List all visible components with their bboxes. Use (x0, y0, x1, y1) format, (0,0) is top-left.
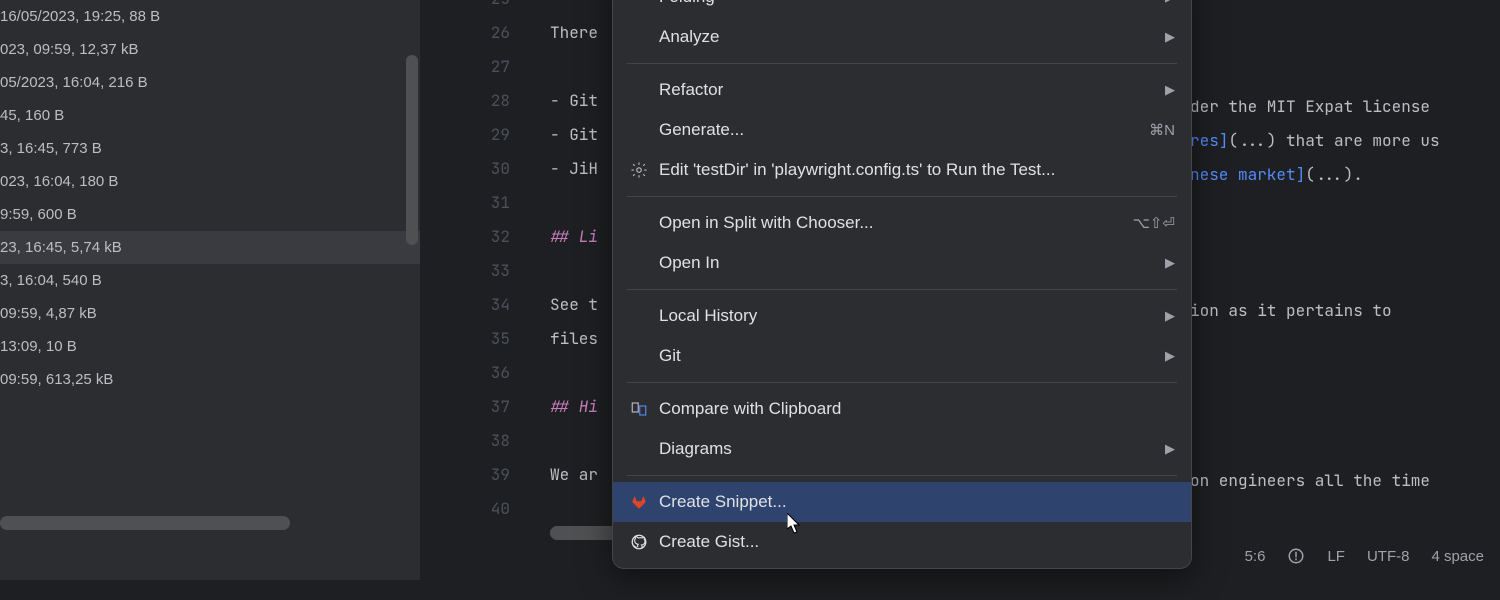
menu-separator (627, 196, 1177, 197)
status-line-ending[interactable]: LF (1327, 548, 1345, 565)
menu-item-label: Diagrams (659, 439, 1165, 459)
chevron-right-icon: ▶ (1165, 348, 1175, 364)
menu-item-label: Edit 'testDir' in 'playwright.config.ts'… (659, 160, 1175, 180)
scrollbar-thumb[interactable] (0, 516, 290, 530)
line-number: 25 (420, 0, 550, 16)
line-number: 28 (420, 84, 550, 118)
menu-item-label: Compare with Clipboard (659, 399, 1175, 419)
file-tree-scrollbar-horizontal[interactable] (0, 516, 420, 530)
github-icon (629, 532, 649, 552)
menu-item-label: Create Snippet... (659, 492, 1175, 512)
chevron-right-icon: ▶ (1165, 29, 1175, 45)
gear-icon (629, 160, 649, 180)
file-item[interactable]: 09:59, 613,25 kB (0, 363, 420, 396)
editor-content-right[interactable]: der the MIT Expat licenseres](...) that … (1190, 90, 1500, 498)
menu-item-create-snippet[interactable]: Create Snippet... (613, 482, 1191, 522)
menu-shortcut: ⌥⇧⏎ (1133, 214, 1175, 232)
menu-item-folding[interactable]: Folding▶ (613, 0, 1191, 17)
line-number: 40 (420, 492, 550, 526)
status-encoding[interactable]: UTF-8 (1367, 548, 1410, 565)
editor-line: der the MIT Expat license (1190, 90, 1500, 124)
file-item[interactable]: 05/2023, 16:04, 216 B (0, 66, 420, 99)
menu-separator (627, 289, 1177, 290)
menu-item-create-gist[interactable]: Create Gist... (613, 522, 1191, 562)
file-item[interactable]: 023, 09:59, 12,37 kB (0, 33, 420, 66)
editor-line: ion as it pertains to (1190, 294, 1500, 328)
menu-item-diagrams[interactable]: Diagrams▶ (613, 429, 1191, 469)
file-item[interactable]: 023, 16:04, 180 B (0, 165, 420, 198)
menu-item-edit-testdir-in-playwright-config-ts-to-run-the-test[interactable]: Edit 'testDir' in 'playwright.config.ts'… (613, 150, 1191, 190)
file-item[interactable]: 3, 16:45, 773 B (0, 132, 420, 165)
status-cursor-position[interactable]: 5:6 (1245, 548, 1266, 565)
file-item[interactable]: 3, 16:04, 540 B (0, 264, 420, 297)
editor-line (1190, 226, 1500, 260)
line-number: 30 (420, 152, 550, 186)
file-item[interactable]: 9:59, 600 B (0, 198, 420, 231)
menu-item-git[interactable]: Git▶ (613, 336, 1191, 376)
menu-item-label: Create Gist... (659, 532, 1175, 552)
chevron-right-icon: ▶ (1165, 0, 1175, 5)
menu-item-label: Analyze (659, 27, 1165, 47)
menu-item-refactor[interactable]: Refactor▶ (613, 70, 1191, 110)
menu-item-label: Generate... (659, 120, 1149, 140)
menu-item-local-history[interactable]: Local History▶ (613, 296, 1191, 336)
file-item[interactable]: 13:09, 10 B (0, 330, 420, 363)
context-menu[interactable]: Folding▶Analyze▶Refactor▶Generate...⌘NEd… (612, 0, 1192, 569)
editor-line (1190, 396, 1500, 430)
editor-line (1190, 328, 1500, 362)
menu-shortcut: ⌘N (1149, 121, 1175, 139)
menu-item-label: Refactor (659, 80, 1165, 100)
file-tree-panel[interactable]: 16/05/2023, 19:25, 88 B 023, 09:59, 12,3… (0, 0, 420, 580)
editor-line: nese market](...). (1190, 158, 1500, 192)
editor-line (1190, 192, 1500, 226)
menu-item-label: Local History (659, 306, 1165, 326)
gitlab-icon (629, 492, 649, 512)
menu-item-generate[interactable]: Generate...⌘N (613, 110, 1191, 150)
line-number: 29 (420, 118, 550, 152)
editor-line (1190, 260, 1500, 294)
menu-separator (627, 475, 1177, 476)
menu-item-label: Git (659, 346, 1165, 366)
status-indent[interactable]: 4 space (1431, 548, 1484, 565)
scrollbar-thumb[interactable] (406, 55, 418, 245)
line-number: 33 (420, 254, 550, 288)
line-number: 37 (420, 390, 550, 424)
compare-icon (629, 399, 649, 419)
line-number: 27 (420, 50, 550, 84)
file-item-selected[interactable]: 23, 16:45, 5,74 kB (0, 231, 420, 264)
line-number: 26 (420, 16, 550, 50)
editor-line (1190, 362, 1500, 396)
line-number: 32 (420, 220, 550, 254)
menu-item-label: Folding (659, 0, 1165, 7)
line-number: 34 (420, 288, 550, 322)
file-tree-scrollbar-vertical[interactable] (406, 0, 418, 580)
line-number: 35 (420, 322, 550, 356)
chevron-right-icon: ▶ (1165, 441, 1175, 457)
editor-line (1190, 430, 1500, 464)
menu-separator (627, 382, 1177, 383)
menu-item-open-in-split-with-chooser[interactable]: Open in Split with Chooser...⌥⇧⏎ (613, 203, 1191, 243)
file-item[interactable]: 09:59, 4,87 kB (0, 297, 420, 330)
line-number: 31 (420, 186, 550, 220)
chevron-right-icon: ▶ (1165, 308, 1175, 324)
chevron-right-icon: ▶ (1165, 255, 1175, 271)
editor-line: res](...) that are more us (1190, 124, 1500, 158)
menu-item-analyze[interactable]: Analyze▶ (613, 17, 1191, 57)
status-bar: 5:6 LF UTF-8 4 space (1229, 542, 1500, 570)
line-number: 39 (420, 458, 550, 492)
editor-gutter: 25 26 27 28 29 30 31 32 33 34 35 36 37 3… (420, 0, 550, 580)
status-warning-icon[interactable] (1287, 547, 1305, 565)
editor-line: on engineers all the time (1190, 464, 1500, 498)
menu-separator (627, 63, 1177, 64)
menu-item-compare-with-clipboard[interactable]: Compare with Clipboard (613, 389, 1191, 429)
line-number: 36 (420, 356, 550, 390)
file-item[interactable]: 16/05/2023, 19:25, 88 B (0, 0, 420, 33)
menu-item-open-in[interactable]: Open In▶ (613, 243, 1191, 283)
line-number: 38 (420, 424, 550, 458)
file-item[interactable]: 45, 160 B (0, 99, 420, 132)
chevron-right-icon: ▶ (1165, 82, 1175, 98)
menu-item-label: Open in Split with Chooser... (659, 213, 1133, 233)
menu-item-label: Open In (659, 253, 1165, 273)
